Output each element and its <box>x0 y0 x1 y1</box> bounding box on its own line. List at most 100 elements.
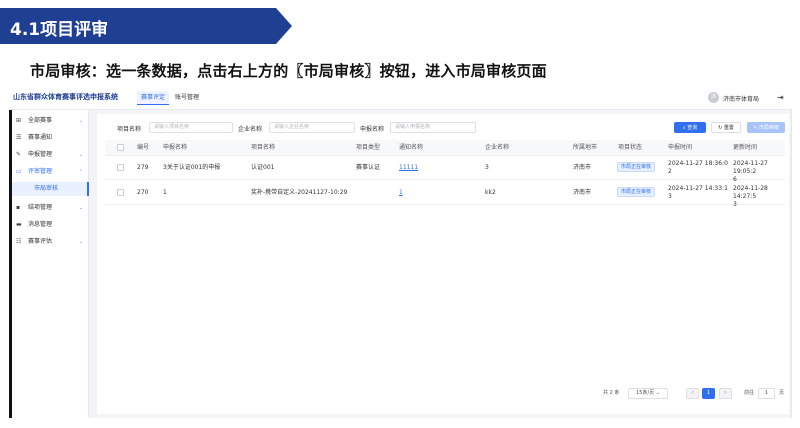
cell-city: 济南市 <box>573 164 592 171</box>
sidebar-item-label: 消息管理 <box>28 221 53 228</box>
sidebar-item-event-notice[interactable]: ☰ 赛事通知 <box>12 131 89 145</box>
status-badge: 市局正在审核 <box>617 162 656 172</box>
cell-project-name: 认证001 <box>251 164 275 171</box>
sidebar-item-application[interactable]: ✎ 申报管理 ⌄ <box>12 148 89 162</box>
sidebar-item-label: 结项管理 <box>28 204 53 211</box>
project-name-label: 项目名称 <box>117 126 142 133</box>
col-status: 项目状态 <box>618 144 643 151</box>
row-checkbox[interactable] <box>117 189 124 196</box>
app-topbar: 山东省群众体育赛事评选申报系统 赛事评定 账号管理 济 济南市体育局 ⇥ <box>9 86 792 110</box>
page-unit-label: 页 <box>779 390 785 396</box>
edit-icon: ✎ <box>16 151 22 158</box>
sidebar-item-label: 全部赛事 <box>28 117 53 124</box>
row-checkbox[interactable] <box>117 164 124 171</box>
review-icon: ▭ <box>16 168 22 175</box>
avatar[interactable]: 济 <box>708 92 719 103</box>
chevron-down-icon: ⌄ <box>78 205 83 211</box>
reset-label: 重置 <box>723 125 734 131</box>
main-panel: 项目名称 请输入项目名称 企业名称 请输入企业名称 申报名称 请输入申报名称 ⌕… <box>97 114 789 414</box>
project-name-input[interactable]: 请输入项目名称 <box>149 122 233 133</box>
status-badge: 市局正在审核 <box>617 187 656 197</box>
cell-apply-name: 3关于认证001的申报 <box>163 164 221 171</box>
company-name-input[interactable]: 请输入企业名称 <box>269 122 355 133</box>
search-label: 查询 <box>687 125 698 131</box>
chevron-down-icon: ⌄ <box>78 239 83 245</box>
sidebar-item-city-audit[interactable]: 市局审核 <box>12 182 89 196</box>
tab-account-management[interactable]: 账号管理 <box>171 91 203 105</box>
company-name-label: 企业名称 <box>238 126 263 133</box>
cell-city: 济南市 <box>573 189 592 196</box>
col-id: 编号 <box>137 144 150 151</box>
table-header: 编号 申报名称 项目名称 项目类型 通知名称 企业名称 所属地市 项目状态 申报… <box>105 140 785 156</box>
col-company: 企业名称 <box>485 144 510 151</box>
apply-time-line-2: 2 <box>668 168 672 175</box>
folder-icon: ▪ <box>16 204 21 211</box>
page-size-select[interactable]: 15条/页 ⌄ <box>628 388 668 399</box>
apply-time-line-1: 2024-11-27 18:36:0 <box>668 160 728 167</box>
section-title: 4.1项目评审 <box>10 20 109 40</box>
city-audit-label: 市局审核 <box>758 125 779 131</box>
cell-company: 3 <box>485 164 489 171</box>
update-time-line-1: 2024-11-27 19:05:2 <box>733 160 768 175</box>
search-button[interactable]: ⌕ 查询 <box>674 122 706 133</box>
cell-update-time: 2024-11-28 14:27:5 3 <box>733 185 785 209</box>
col-project-name: 项目名称 <box>251 144 276 151</box>
logout-icon[interactable]: ⇥ <box>777 93 784 102</box>
goto-label: 前往 <box>744 390 755 396</box>
cell-apply-time: 2024-11-27 14:33:1 3 <box>668 185 728 201</box>
applicant-input[interactable]: 请输入申报名称 <box>390 122 476 133</box>
cell-apply-name: 1 <box>163 189 167 196</box>
cell-apply-time: 2024-11-27 18:36:0 2 <box>668 160 728 176</box>
col-city: 所属地市 <box>573 144 598 151</box>
next-page-button[interactable]: > <box>719 388 732 399</box>
applicant-label: 申报名称 <box>360 126 385 133</box>
notice-link[interactable]: 11111 <box>399 164 418 172</box>
chevron-up-icon: ⌃ <box>78 169 83 175</box>
select-all-checkbox[interactable] <box>117 144 124 151</box>
chevron-down-icon: ⌄ <box>78 118 83 124</box>
user-name[interactable]: 济南市体育局 <box>723 94 759 103</box>
apply-time-line-1: 2024-11-27 14:33:1 <box>668 185 728 192</box>
sidebar-item-review[interactable]: ▭ 评审管理 ⌃ <box>12 165 89 179</box>
apply-time-line-2: 3 <box>668 193 672 200</box>
prev-page-button[interactable]: < <box>686 388 699 399</box>
sidebar-item-label: 申报管理 <box>28 151 53 158</box>
cell-id: 279 <box>137 164 149 171</box>
table-row[interactable]: 270 1 奖补-携带自定义-20241127-10:29 1 kk2 济南市 … <box>105 181 785 208</box>
tab-event-evaluation[interactable]: 赛事评定 <box>137 91 170 105</box>
instruction-text: 市局审核：选一条数据，点击右上方的〖市局审核〗按钮，进入市局审核页面 <box>30 62 547 80</box>
sidebar-item-all-events[interactable]: ⊞ 全部赛事 ⌄ <box>12 114 89 128</box>
goto-page-input[interactable]: 1 <box>758 388 775 399</box>
sidebar-item-label: 赛事通知 <box>28 134 53 141</box>
col-apply-name: 申报名称 <box>163 144 188 151</box>
sidebar-item-messages[interactable]: ▬ 消息管理 <box>12 218 89 232</box>
notice-link[interactable]: 1 <box>399 189 403 197</box>
bell-icon: ☰ <box>16 134 22 141</box>
page-1-button[interactable]: 1 <box>702 388 715 399</box>
assess-icon: ☷ <box>16 238 22 245</box>
chevron-down-icon: ⌄ <box>78 152 83 158</box>
sidebar-item-label: 赛事评估 <box>28 238 53 245</box>
col-notice-name: 通知名称 <box>399 144 424 151</box>
page-size-value: 15条/页 <box>636 390 655 396</box>
message-icon: ▬ <box>16 221 22 228</box>
cell-company: kk2 <box>485 189 496 196</box>
cell-project-name: 奖补-携带自定义-20241127-10:29 <box>251 189 348 196</box>
sidebar: ⊞ 全部赛事 ⌄ ☰ 赛事通知 ✎ 申报管理 ⌄ ▭ 评审管理 ⌃ 市局审核 ▪… <box>12 110 89 418</box>
col-update-time: 更新时间 <box>733 144 758 151</box>
col-apply-time: 申报时间 <box>668 144 693 151</box>
pagination-total: 共 2 条 <box>603 390 620 396</box>
grid-icon: ⊞ <box>16 117 22 124</box>
sidebar-item-label: 评审管理 <box>28 168 53 175</box>
sidebar-item-assessment[interactable]: ☷ 赛事评估 ⌄ <box>12 235 89 249</box>
cell-id: 270 <box>137 189 149 196</box>
update-time-line-2: 3 <box>733 201 737 208</box>
reset-button[interactable]: ↻ 重置 <box>711 122 741 133</box>
table-row[interactable]: 279 3关于认证001的申报 认证001 赛事认证 11111 3 济南市 市… <box>105 156 785 183</box>
cell-project-type: 赛事认证 <box>356 164 381 171</box>
city-audit-button[interactable]: ✎ 市局审核 <box>747 122 785 133</box>
system-title: 山东省群众体育赛事评选申报系统 <box>13 93 118 101</box>
sidebar-item-closing[interactable]: ▪ 结项管理 ⌄ <box>12 201 89 215</box>
sidebar-item-label: 市局审核 <box>34 185 59 192</box>
app-screenshot: 山东省群众体育赛事评选申报系统 赛事评定 账号管理 济 济南市体育局 ⇥ ⊞ 全… <box>9 86 792 418</box>
